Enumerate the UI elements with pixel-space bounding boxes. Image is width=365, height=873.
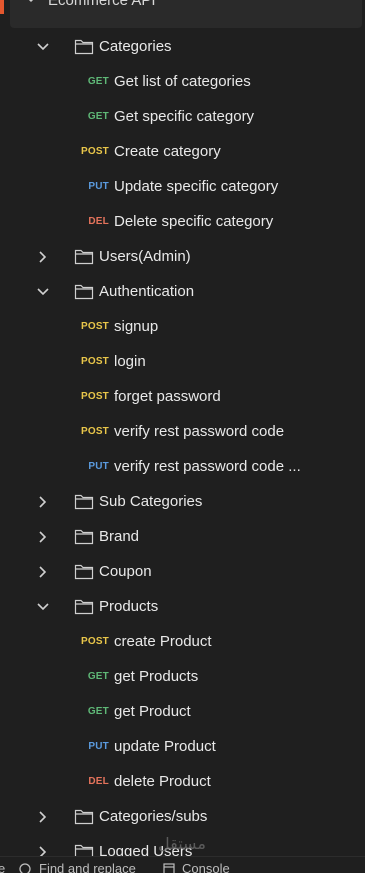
folder-icon — [74, 39, 94, 55]
request-row[interactable]: POST login — [0, 344, 365, 379]
chevron-right-icon[interactable] — [36, 530, 50, 544]
chevron-down-icon[interactable] — [26, 0, 36, 4]
folder-icon — [74, 494, 94, 510]
request-row[interactable]: GET get Products — [0, 659, 365, 694]
request-row[interactable]: PUT update Product — [0, 729, 365, 764]
request-label: Update specific category — [114, 178, 279, 195]
folder-row[interactable]: Products — [0, 589, 365, 624]
folder-label: Categories — [99, 38, 172, 55]
request-row[interactable]: PUT Update specific category — [0, 169, 365, 204]
request-label: Delete specific category — [114, 213, 274, 230]
status-bar: e Find and replace Console — [0, 856, 365, 873]
method-badge: PUT — [88, 181, 109, 192]
method-badge: POST — [80, 636, 109, 647]
request-row[interactable]: GET get Product — [0, 694, 365, 729]
method-badge: GET — [87, 706, 109, 717]
request-label: verify rest password code — [114, 423, 285, 440]
find-and-replace-button[interactable]: Find and replace — [39, 861, 136, 873]
folder-label: Products — [99, 598, 159, 615]
request-row[interactable]: GET Get specific category — [0, 99, 365, 134]
method-badge: GET — [87, 111, 109, 122]
request-label: Get list of categories — [114, 73, 251, 90]
folder-icon — [74, 809, 94, 825]
request-row[interactable]: POST create Product — [0, 624, 365, 659]
folder-row[interactable]: Categories/subs — [0, 799, 365, 834]
method-badge: DEL — [88, 216, 109, 227]
request-label: Get specific category — [114, 108, 255, 125]
chevron-down-icon[interactable] — [36, 285, 50, 299]
request-label: get Products — [114, 668, 199, 685]
chevron-right-icon[interactable] — [36, 810, 50, 824]
collection-accent-bar — [0, 0, 4, 14]
chevron-right-icon[interactable] — [36, 250, 50, 264]
request-row[interactable]: POST verify rest password code — [0, 414, 365, 449]
folder-icon — [74, 284, 94, 300]
folder-row[interactable]: Categories — [0, 29, 365, 64]
request-row[interactable]: POST Create category — [0, 134, 365, 169]
method-badge: POST — [80, 146, 109, 157]
request-label: delete Product — [114, 773, 211, 790]
folder-icon — [74, 249, 94, 265]
request-label: create Product — [114, 633, 212, 650]
folder-label: Brand — [99, 528, 140, 545]
folder-label: Users(Admin) — [99, 248, 191, 265]
folder-row[interactable]: Authentication — [0, 274, 365, 309]
method-badge: PUT — [88, 461, 109, 472]
folder-label: Sub Categories — [99, 493, 203, 510]
folder-icon — [74, 564, 94, 580]
request-row[interactable]: DEL Delete specific category — [0, 204, 365, 239]
request-row[interactable]: GET Get list of categories — [0, 64, 365, 99]
request-row[interactable]: POST signup — [0, 309, 365, 344]
method-badge: POST — [80, 356, 109, 367]
folder-icon — [74, 599, 94, 615]
request-label: login — [114, 353, 146, 370]
request-label: forget password — [114, 388, 221, 405]
chevron-down-icon[interactable] — [36, 600, 50, 614]
collection-tree: Categories GET Get list of categories GET Ge… — [0, 29, 365, 869]
chevron-down-icon[interactable] — [36, 40, 50, 54]
request-label: Create category — [114, 143, 221, 160]
chevron-right-icon[interactable] — [36, 565, 50, 579]
folder-row[interactable]: Brand — [0, 519, 365, 554]
folder-row[interactable]: Users(Admin) — [0, 239, 365, 274]
request-label: verify rest password code ... — [114, 458, 301, 475]
chevron-right-icon[interactable] — [36, 495, 50, 509]
request-label: get Product — [114, 703, 191, 720]
folder-row[interactable]: Sub Categories — [0, 484, 365, 519]
method-badge: PUT — [88, 741, 109, 752]
console-button[interactable]: Console — [182, 861, 230, 873]
method-badge: GET — [87, 671, 109, 682]
folder-label: Coupon — [99, 563, 152, 580]
method-badge: GET — [87, 76, 109, 87]
method-badge: POST — [80, 426, 109, 437]
collection-name: Ecommerce API — [48, 0, 156, 9]
collection-header[interactable]: Ecommerce API — [0, 0, 365, 28]
request-row[interactable]: POST forget password — [0, 379, 365, 414]
request-row[interactable]: PUT verify rest password code ... — [0, 449, 365, 484]
folder-label: Authentication — [99, 283, 195, 300]
request-label: update Product — [114, 738, 216, 755]
method-badge: DEL — [88, 776, 109, 787]
statusbar-partial-item[interactable]: e — [0, 861, 5, 873]
watermark-logo: مستقل — [158, 836, 206, 853]
request-row[interactable]: DEL delete Product — [0, 764, 365, 799]
folder-icon — [74, 529, 94, 545]
folder-row[interactable]: Coupon — [0, 554, 365, 589]
request-label: signup — [114, 318, 159, 335]
method-badge: POST — [80, 321, 109, 332]
folder-label: Categories/subs — [99, 808, 208, 825]
method-badge: POST — [80, 391, 109, 402]
